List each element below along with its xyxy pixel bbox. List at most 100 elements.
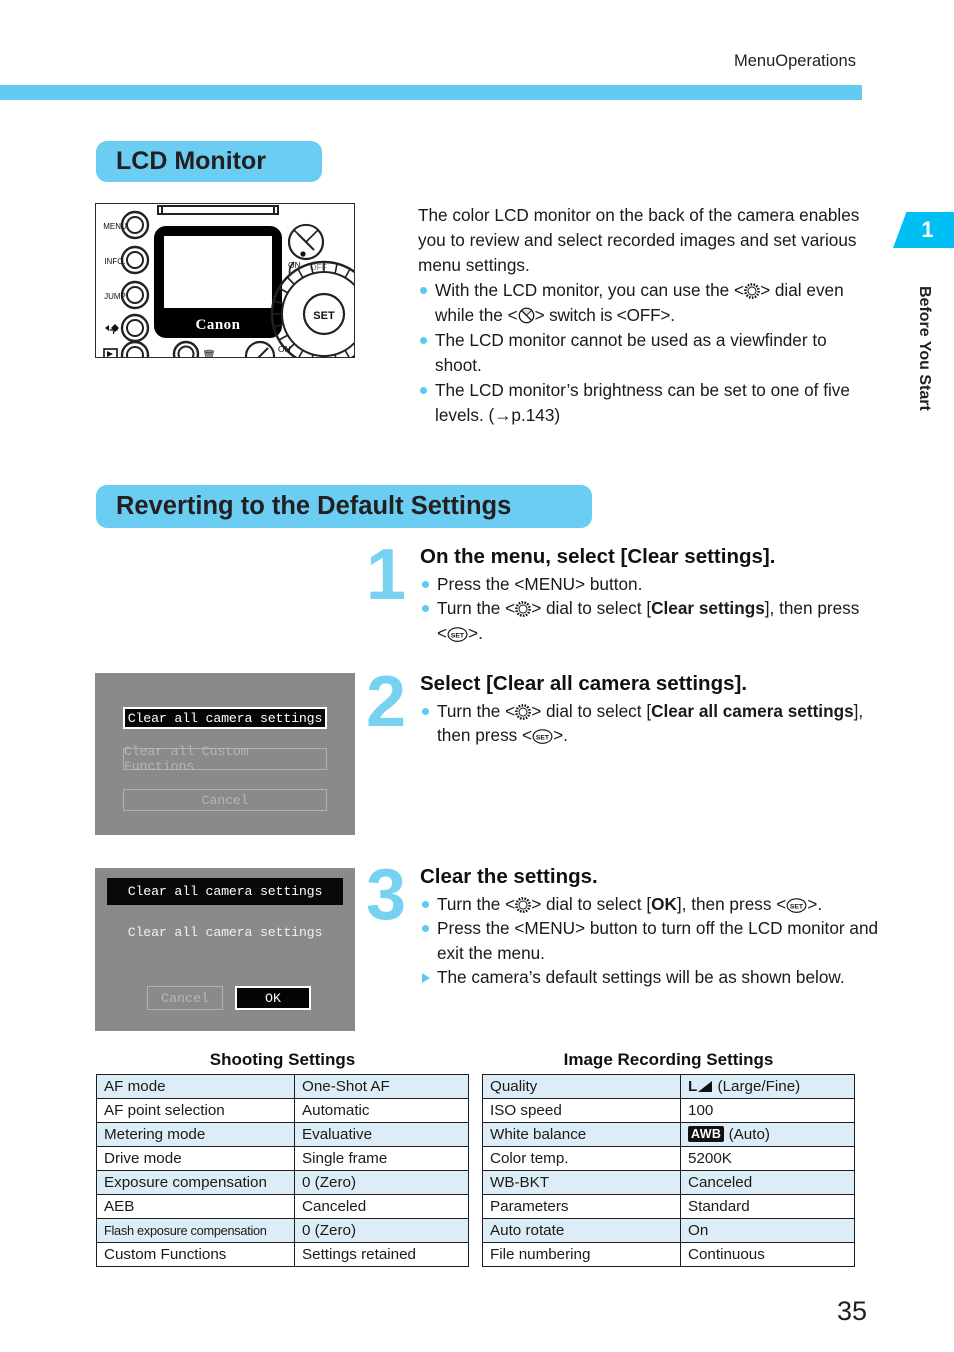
step1-b2-t3: >. <box>468 622 483 643</box>
table-row: AEB Canceled <box>96 1194 469 1219</box>
list-item: Press the <MENU> button. <box>420 572 872 597</box>
wb-text: (Auto) <box>728 1125 770 1143</box>
running-head: MenuOperations <box>734 52 856 70</box>
svg-text:Canon: Canon <box>195 317 240 333</box>
table-row: Auto rotate On <box>482 1218 855 1243</box>
lcd-ok-button: OK <box>235 986 311 1010</box>
list-item: The camera’s default settings will be as… <box>420 965 880 990</box>
step-3-body: Clear the settings. Turn the < > dial to … <box>420 865 880 990</box>
lcd-intro-paragraph: The color LCD monitor on the back of the… <box>418 205 860 275</box>
table-row: Parameters Standard <box>482 1194 855 1219</box>
cell-value: 0 (Zero) <box>294 1218 469 1243</box>
section-heading-lcd-monitor: LCD Monitor <box>96 141 322 182</box>
cell-key: ISO speed <box>482 1098 681 1123</box>
lcd-dialog-message: Clear all camera settings <box>127 924 323 940</box>
cell-key: File numbering <box>482 1242 681 1267</box>
cell-key: Drive mode <box>96 1146 295 1171</box>
table-row: Exposure compensation 0 (Zero) <box>96 1170 469 1195</box>
step3-b1-t3: >. <box>807 893 823 914</box>
lcd-cancel-button: Cancel <box>147 986 223 1010</box>
table-row: Quality L (Large/Fine) <box>482 1074 855 1099</box>
chapter-tab-number: 1 <box>893 212 954 248</box>
set-button-icon: SET <box>786 895 807 913</box>
cell-key: AF point selection <box>96 1098 295 1123</box>
step-1-bullets: Press the <MENU> button. Turn the < > dia… <box>420 572 872 646</box>
cell-value: One-Shot AF <box>294 1074 469 1099</box>
dial-icon <box>744 281 760 299</box>
step2-b1-t1: > dial to select [ <box>531 700 652 721</box>
power-switch-icon <box>518 306 535 324</box>
lcd-menu-item: Cancel <box>123 789 327 811</box>
awb-badge-icon: AWB <box>688 1125 725 1142</box>
list-item: Press the <MENU> button to turn off the … <box>420 916 880 965</box>
svg-text:INFO.: INFO. <box>104 257 125 266</box>
table-row: File numbering Continuous <box>482 1242 855 1267</box>
cell-key: Parameters <box>482 1194 681 1219</box>
step-2-bullets: Turn the < > dial to select [Clear all ca… <box>420 699 872 748</box>
cell-value: 100 <box>680 1098 855 1123</box>
step-1-heading: On the menu, select [Clear settings]. <box>420 545 776 568</box>
cell-key: Quality <box>482 1074 681 1099</box>
table-row: Drive mode Single frame <box>96 1146 469 1171</box>
svg-text:SET: SET <box>790 903 804 910</box>
list-item: The LCD monitor cannot be used as a view… <box>418 328 870 378</box>
table-row: Custom Functions Settings retained <box>96 1242 469 1267</box>
step1-b1-text: Press the <MENU> button. <box>437 573 643 594</box>
svg-text:JUMP: JUMP <box>104 292 126 301</box>
step-number-2: 2 <box>366 662 407 742</box>
dial-icon <box>515 599 532 617</box>
cell-value: 5200K <box>680 1146 855 1171</box>
step1-b2-bold: Clear settings <box>651 598 765 618</box>
quality-prefix: L <box>688 1077 698 1095</box>
cell-value: On <box>680 1218 855 1243</box>
section-heading-reverting: Reverting to the Default Settings <box>96 485 592 528</box>
step-3-bullets: Turn the < > dial to select [OK], then pr… <box>420 892 880 990</box>
cell-key: Metering mode <box>96 1122 295 1147</box>
cell-value: Canceled <box>680 1170 855 1195</box>
svg-text:SET: SET <box>451 632 465 639</box>
cell-value: Canceled <box>294 1194 469 1219</box>
cell-key: Exposure compensation <box>96 1170 295 1195</box>
step1-b2-t0: Turn the < <box>437 598 516 618</box>
cell-key: WB-BKT <box>482 1170 681 1195</box>
svg-text:🗑: 🗑 <box>202 349 216 357</box>
step2-b1-t3: >. <box>553 725 568 745</box>
quality-fine-icon <box>697 1080 713 1093</box>
table-row: WB-BKT Canceled <box>482 1170 855 1195</box>
dial-icon <box>515 702 532 720</box>
step3-b1-t0: Turn the < <box>437 893 516 914</box>
cell-value: Standard <box>680 1194 855 1219</box>
cell-key: AF mode <box>96 1074 295 1099</box>
cell-value: Single frame <box>294 1146 469 1171</box>
svg-text:ON: ON <box>278 344 291 354</box>
dial-icon <box>515 895 532 913</box>
step2-b1-bold: Clear all camera settings <box>651 700 854 721</box>
table-row: AF mode One-Shot AF <box>96 1074 469 1099</box>
step-1-body: On the menu, select [Clear settings]. Pr… <box>420 545 872 645</box>
quality-text: (Large/Fine) <box>717 1077 801 1095</box>
step3-b1-t1: > dial to select [ <box>531 893 652 914</box>
table-title-image-recording-settings: Image Recording Settings <box>563 1050 774 1069</box>
step-number-3: 3 <box>366 855 407 935</box>
bullet-text-post: > switch is <OFF>. <box>534 305 675 325</box>
set-button-icon: SET <box>532 726 553 744</box>
list-item: Turn the < > dial to select [Clear settin… <box>420 596 872 645</box>
cell-key: Auto rotate <box>482 1218 681 1243</box>
step-number-1: 1 <box>366 535 407 615</box>
step1-b2-t1: > dial to select [ <box>531 598 652 618</box>
lcd-menu-item-selected: Clear all camera settings <box>123 707 327 729</box>
table-row: White balance AWB (Auto) <box>482 1122 855 1147</box>
cell-value: Evaluative <box>294 1122 469 1147</box>
set-button-icon: SET <box>447 624 468 642</box>
table-row: AF point selection Automatic <box>96 1098 469 1123</box>
step-2-heading: Select [Clear all camera settings]. <box>420 672 748 695</box>
cell-value: 0 (Zero) <box>294 1170 469 1195</box>
cell-key: Flash exposure compensation <box>96 1218 295 1243</box>
list-item: With the LCD monitor, you can use the < >… <box>418 278 870 328</box>
shooting-settings-table: AF mode One-Shot AF AF point selection Aut… <box>96 1074 469 1267</box>
cell-value: AWB (Auto) <box>680 1122 855 1147</box>
lcd-screenshot-clear-settings-menu: Clear all camera settings Clear all Cust… <box>95 673 355 835</box>
table-title-shooting-settings: Shooting Settings <box>209 1050 356 1069</box>
step3-b1-bold: OK <box>651 893 677 914</box>
chapter-tab-label: Before You Start <box>916 285 933 411</box>
